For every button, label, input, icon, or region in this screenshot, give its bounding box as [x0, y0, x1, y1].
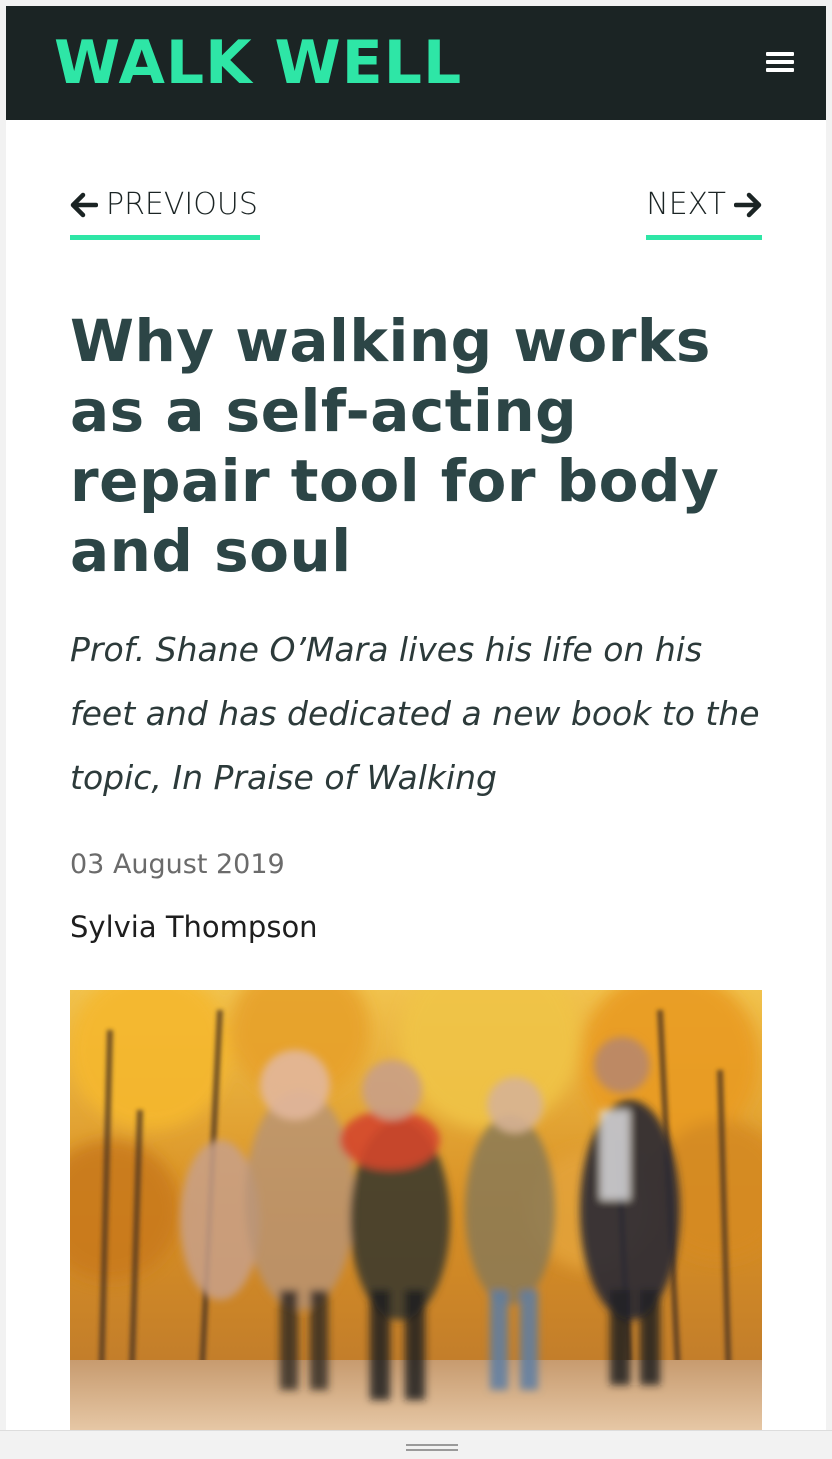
hamburger-menu-icon: [766, 52, 794, 56]
article-author[interactable]: Sylvia Thompson: [70, 910, 318, 944]
hamburger-menu-icon-line: [766, 60, 794, 64]
drag-handle-line: [406, 1449, 458, 1451]
hamburger-menu-icon-line: [766, 68, 794, 72]
next-label: NEXT: [646, 187, 726, 222]
arrow-right-icon: [734, 192, 762, 217]
drag-handle-icon[interactable]: [406, 1444, 458, 1452]
drag-handle-line: [406, 1444, 458, 1446]
site-logo[interactable]: WALK WELL: [54, 28, 462, 98]
article-standfirst: Prof. Shane O’Mara lives his life on his…: [70, 630, 760, 797]
page-frame: WALK WELL PREVIOUS NEXT Why walking work…: [6, 6, 826, 1430]
arrow-left-icon: [70, 192, 98, 217]
photo-people-walking-autumn-avenue: [70, 990, 762, 1430]
hero-image: [70, 990, 762, 1430]
previous-article-link[interactable]: PREVIOUS: [70, 186, 260, 240]
article-title: Why walking works as a self-acting repai…: [70, 307, 720, 585]
previous-label: PREVIOUS: [106, 187, 258, 222]
article-date: 03 August 2019: [70, 849, 285, 880]
top-bar: WALK WELL: [6, 6, 826, 120]
next-article-link[interactable]: NEXT: [646, 186, 762, 240]
menu-button[interactable]: [758, 42, 798, 82]
